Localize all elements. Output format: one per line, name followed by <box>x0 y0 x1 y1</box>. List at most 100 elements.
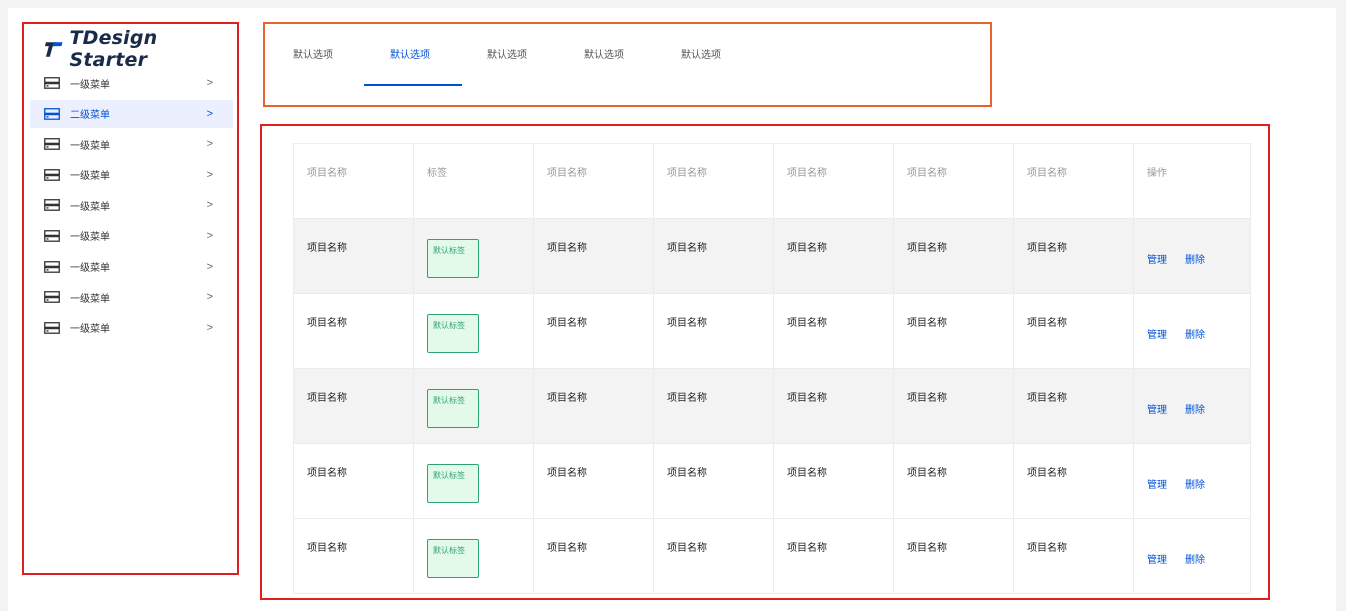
sidebar-item-label: 一级菜单 <box>70 201 110 213</box>
data-table: 项目名称 标签 项目名称 项目名称 项目名称 项目名称 项目名称 操作 项目名称 默认标签 项目名… <box>293 143 1251 594</box>
sidebar-item[interactable]: 一级菜单 > <box>30 191 233 219</box>
column-header: 标签 <box>413 143 534 219</box>
tag-cell: 默认标签 <box>413 443 534 519</box>
sidebar-item-label: 一级菜单 <box>70 293 110 305</box>
actions-cell: 管理 删除 <box>1133 443 1251 519</box>
sidebar-item-label: 一级菜单 <box>70 232 110 244</box>
actions-cell: 管理 删除 <box>1133 518 1251 594</box>
tdesign-logo-icon <box>44 42 63 57</box>
table-cell: 项目名称 <box>893 293 1014 369</box>
table-cell: 项目名称 <box>893 518 1014 594</box>
logo[interactable]: TDesign Starter <box>44 27 237 71</box>
status-tag: 默认标签 <box>427 389 479 428</box>
chevron-right-icon: > <box>206 229 213 242</box>
status-tag: 默认标签 <box>427 314 479 353</box>
manage-button[interactable]: 管理 <box>1147 330 1167 341</box>
manage-button[interactable]: 管理 <box>1147 480 1167 491</box>
table-cell: 项目名称 <box>293 218 414 294</box>
manage-button[interactable]: 管理 <box>1147 255 1167 266</box>
status-tag: 默认标签 <box>427 464 479 503</box>
chevron-right-icon: > <box>206 77 213 89</box>
sidebar-item[interactable]: 一级菜单 > <box>30 130 233 158</box>
chevron-right-icon: > <box>206 291 213 304</box>
table-body: 项目名称 默认标签 项目名称 项目名称 项目名称 项目名称 项目名称 管理 删除 项目名称 默认标签… <box>293 218 1251 594</box>
chevron-right-icon: > <box>206 138 213 151</box>
tab[interactable]: 默认选项 <box>487 46 584 86</box>
sidebar-item[interactable]: 一级菜单 > <box>30 253 233 281</box>
manage-button[interactable]: 管理 <box>1147 555 1167 566</box>
sidebar-item[interactable]: 一级菜单 > <box>30 222 233 250</box>
status-tag: 默认标签 <box>427 239 479 278</box>
table-cell: 项目名称 <box>653 518 774 594</box>
chevron-right-icon: > <box>206 321 213 334</box>
delete-button[interactable]: 删除 <box>1185 255 1205 266</box>
table-row: 项目名称 默认标签 项目名称 项目名称 项目名称 项目名称 项目名称 管理 删除 <box>293 293 1251 369</box>
chevron-right-icon: > <box>206 260 213 273</box>
sidebar-item-label: 一级菜单 <box>70 140 110 152</box>
table-row: 项目名称 默认标签 项目名称 项目名称 项目名称 项目名称 项目名称 管理 删除 <box>293 443 1251 519</box>
table-cell: 项目名称 <box>533 368 654 444</box>
table-row: 项目名称 默认标签 项目名称 项目名称 项目名称 项目名称 项目名称 管理 删除 <box>293 368 1251 444</box>
sidebar-item[interactable]: 一级菜单 > <box>30 69 233 97</box>
table-cell: 项目名称 <box>1013 293 1134 369</box>
column-header: 项目名称 <box>533 143 654 219</box>
chevron-right-icon: > <box>206 107 213 120</box>
server-icon <box>44 168 60 181</box>
tab-bar: 默认选项 默认选项 默认选项 默认选项 默认选项 <box>293 46 778 86</box>
manage-button[interactable]: 管理 <box>1147 405 1167 416</box>
actions-cell: 管理 删除 <box>1133 218 1251 294</box>
table-cell: 项目名称 <box>1013 218 1134 294</box>
tab[interactable]: 默认选项 <box>681 46 778 86</box>
table-cell: 项目名称 <box>293 293 414 369</box>
logo-text: TDesign Starter <box>69 27 158 71</box>
sidebar-item[interactable]: 一级菜单 > <box>30 161 233 189</box>
table-cell: 项目名称 <box>533 443 654 519</box>
sidebar: TDesign Starter 一级菜单 > 二级菜单 > 一级菜单 > 一级菜单 > 一级菜单… <box>22 22 239 575</box>
table-cell: 项目名称 <box>293 368 414 444</box>
sidebar-menu: 一级菜单 > 二级菜单 > 一级菜单 > 一级菜单 > 一级菜单 > 一级菜单 > 一级菜单 > 一级菜单 >… <box>30 69 233 344</box>
tab[interactable]: 默认选项 <box>584 46 681 86</box>
table-cell: 项目名称 <box>653 443 774 519</box>
column-header: 项目名称 <box>653 143 774 219</box>
table-cell: 项目名称 <box>773 293 894 369</box>
column-header: 项目名称 <box>293 143 414 219</box>
table-cell: 项目名称 <box>1013 443 1134 519</box>
table-cell: 项目名称 <box>653 368 774 444</box>
table-cell: 项目名称 <box>773 368 894 444</box>
sidebar-item-label: 一级菜单 <box>70 324 110 336</box>
tab[interactable]: 默认选项 <box>293 46 390 86</box>
tag-cell: 默认标签 <box>413 293 534 369</box>
column-header: 项目名称 <box>773 143 894 219</box>
table-cell: 项目名称 <box>533 518 654 594</box>
table-cell: 项目名称 <box>653 293 774 369</box>
delete-button[interactable]: 删除 <box>1185 330 1205 341</box>
sidebar-item[interactable]: 二级菜单 > <box>30 99 233 128</box>
table-panel: 项目名称 标签 项目名称 项目名称 项目名称 项目名称 项目名称 操作 项目名称 默认标签 项目名… <box>260 124 1270 600</box>
tab[interactable]: 默认选项 <box>364 46 487 86</box>
server-icon <box>44 260 60 273</box>
sidebar-item-label: 一级菜单 <box>70 79 110 91</box>
table-cell: 项目名称 <box>773 518 894 594</box>
delete-button[interactable]: 删除 <box>1185 555 1205 566</box>
status-tag: 默认标签 <box>427 539 479 578</box>
actions-cell: 管理 删除 <box>1133 368 1251 444</box>
table-cell: 项目名称 <box>893 218 1014 294</box>
server-icon <box>44 138 60 151</box>
delete-button[interactable]: 删除 <box>1185 405 1205 416</box>
tag-cell: 默认标签 <box>413 518 534 594</box>
column-header: 操作 <box>1133 143 1251 219</box>
table-cell: 项目名称 <box>653 218 774 294</box>
sidebar-item[interactable]: 一级菜单 > <box>30 283 233 311</box>
table-row: 项目名称 默认标签 项目名称 项目名称 项目名称 项目名称 项目名称 管理 删除 <box>293 218 1251 294</box>
column-header: 项目名称 <box>893 143 1014 219</box>
table-cell: 项目名称 <box>893 443 1014 519</box>
server-icon <box>44 199 60 212</box>
table-cell: 项目名称 <box>533 293 654 369</box>
actions-cell: 管理 删除 <box>1133 293 1251 369</box>
server-icon <box>44 230 60 242</box>
table-cell: 项目名称 <box>1013 518 1134 594</box>
sidebar-item[interactable]: 一级菜单 > <box>30 314 233 342</box>
delete-button[interactable]: 删除 <box>1185 480 1205 491</box>
table-cell: 项目名称 <box>1013 368 1134 444</box>
table-cell: 项目名称 <box>773 218 894 294</box>
